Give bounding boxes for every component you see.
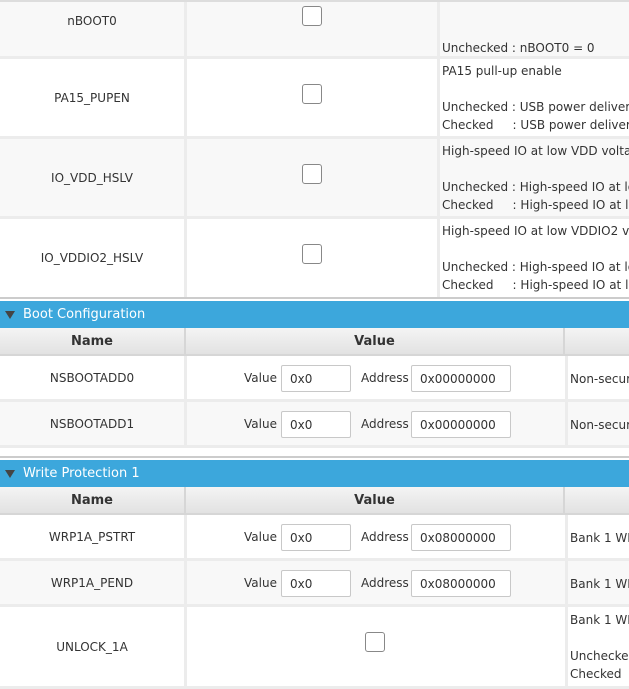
- option-description: Unchecked : nBOOT0 = 0 Checked : nBOOT0 …: [437, 2, 629, 56]
- checkbox[interactable]: [302, 244, 322, 264]
- table-row: WRP1A_PEND Value 0x0 Address 0x08000000 …: [0, 561, 629, 607]
- column-header: Name Value: [0, 487, 629, 515]
- collapse-triangle-icon: [5, 310, 15, 319]
- table-row: NSBOOTADD1 Value 0x0 Address 0x00000000 …: [0, 402, 629, 448]
- option-description: High-speed IO at low VDDIO2 voltage Unch…: [437, 219, 629, 297]
- address-label: Address: [361, 371, 409, 385]
- value-label: Value: [244, 530, 277, 544]
- address-label: Address: [361, 417, 409, 431]
- table-row: nBOOT0 Unchecked : nBOOT0 = 0 Checked : …: [0, 0, 629, 59]
- option-name: nBOOT0: [67, 14, 117, 28]
- option-name: IO_VDD_HSLV: [51, 170, 133, 185]
- section-header-boot-configuration[interactable]: Boot Configuration: [0, 301, 629, 328]
- value-input[interactable]: 0x0: [281, 365, 351, 392]
- value-label: Value: [244, 576, 277, 590]
- option-name: WRP1A_PSTRT: [48, 529, 136, 544]
- address-input[interactable]: 0x00000000: [411, 411, 511, 438]
- address-input[interactable]: 0x00000000: [411, 365, 511, 392]
- table-row: IO_VDD_HSLV High-speed IO at low VDD vol…: [0, 139, 629, 219]
- collapse-triangle-icon: [5, 469, 15, 478]
- column-header: Name Value: [0, 328, 629, 356]
- value-label: Value: [244, 417, 277, 431]
- checkbox[interactable]: [302, 84, 322, 104]
- address-input[interactable]: 0x08000000: [411, 570, 511, 597]
- column-name: Name: [70, 333, 113, 349]
- option-description: PA15 pull-up enable Unchecked : USB powe…: [437, 59, 629, 136]
- column-value: Value: [184, 328, 565, 354]
- value-label: Value: [244, 371, 277, 385]
- option-description: High-speed IO at low VDD voltage Uncheck…: [437, 139, 629, 216]
- table-row: PA15_PUPEN PA15 pull-up enable Unchecked…: [0, 59, 629, 139]
- address-label: Address: [361, 530, 409, 544]
- value-input[interactable]: 0x0: [281, 570, 351, 597]
- checkbox[interactable]: [302, 164, 322, 184]
- option-name: PA15_PUPEN: [54, 90, 130, 105]
- option-name: NSBOOTADD1: [49, 416, 135, 431]
- divider: [0, 456, 629, 458]
- option-name: NSBOOTADD0: [49, 370, 135, 385]
- option-description: Non-secure: [565, 402, 629, 445]
- option-name: IO_VDDIO2_HSLV: [40, 251, 144, 265]
- option-name: UNLOCK_1A: [56, 639, 128, 654]
- address-label: Address: [361, 576, 409, 590]
- option-description: Bank 1 WRP Unchecked Checked: [565, 607, 629, 686]
- table-row: IO_VDDIO2_HSLV High-speed IO at low VDDI…: [0, 219, 629, 299]
- table-row: UNLOCK_1A Bank 1 WRP Unchecked Checked: [0, 607, 629, 689]
- section-header-write-protection-1[interactable]: Write Protection 1: [0, 460, 629, 487]
- column-value: Value: [184, 487, 565, 513]
- table-row: WRP1A_PSTRT Value 0x0 Address 0x08000000…: [0, 515, 629, 561]
- checkbox[interactable]: [302, 6, 322, 26]
- value-input[interactable]: 0x0: [281, 411, 351, 438]
- value-input[interactable]: 0x0: [281, 524, 351, 551]
- option-name: WRP1A_PEND: [50, 575, 134, 590]
- option-description: Bank 1 WRP: [565, 515, 629, 558]
- option-description: Non-secure: [565, 356, 629, 399]
- section-title: Boot Configuration: [23, 307, 146, 322]
- checkbox[interactable]: [365, 632, 385, 652]
- table-row: NSBOOTADD0 Value 0x0 Address 0x00000000 …: [0, 356, 629, 402]
- section-title: Write Protection 1: [23, 466, 140, 481]
- option-description: Bank 1 WRP: [565, 561, 629, 604]
- column-name: Name: [70, 492, 113, 508]
- address-input[interactable]: 0x08000000: [411, 524, 511, 551]
